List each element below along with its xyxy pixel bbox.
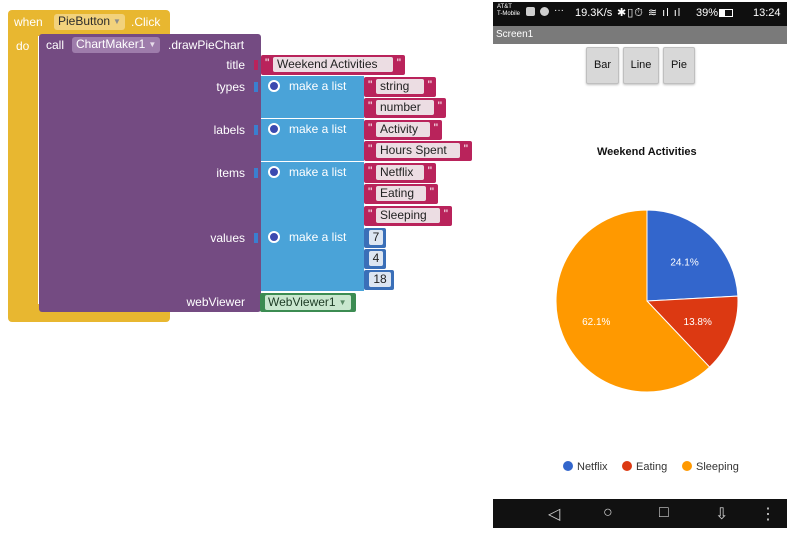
title-text-block[interactable]: " Weekend Activities " (261, 55, 405, 75)
values-item-3-value[interactable]: 18 (369, 272, 391, 287)
pie-chart: Weekend Activities 24.1% 13.8% 62.1% Netfl… (555, 146, 739, 473)
chevron-down-icon: ▼ (148, 40, 157, 49)
mutator-gear-icon[interactable] (268, 166, 280, 178)
call-component-label: ChartMaker1 (76, 37, 146, 51)
event-component-dropdown[interactable]: PieButton ▼ (54, 14, 125, 30)
home-icon[interactable]: ○ (603, 504, 613, 522)
param-values-label: values (210, 231, 245, 245)
battery-percent: 39% (696, 7, 719, 19)
carrier-label: AT&T T-Mobile (497, 4, 521, 17)
values-item-1[interactable]: 7 (364, 228, 386, 248)
network-speed: 19.3K/s (575, 7, 613, 19)
labels-list-block[interactable]: make a list (261, 119, 364, 161)
param-labels-label: labels (213, 123, 245, 137)
close-quote: " (396, 56, 401, 70)
values-item-2-value[interactable]: 4 (369, 251, 383, 266)
socket-title (254, 60, 258, 70)
socket-labels (254, 125, 258, 135)
status-bar: AT&T T-Mobile ··· 19.3K/s ✱▯⏱ ≋ ıl ıl 39%… (493, 2, 787, 26)
socket-items (254, 168, 258, 178)
notification-pulldown-icon[interactable]: ⇩ (715, 504, 728, 524)
param-types-label: types (216, 80, 245, 94)
mutator-gear-icon[interactable] (268, 80, 280, 92)
call-component-dropdown[interactable]: ChartMaker1 ▼ (72, 37, 161, 53)
legend-swatch (563, 461, 573, 471)
param-title-label: title (226, 58, 245, 72)
webviewer-component-label: WebViewer1 (268, 295, 336, 309)
pie-slice-label: 62.1% (582, 317, 610, 328)
values-list-block[interactable]: make a list (261, 227, 364, 291)
screen-title-bar: Screen1 (493, 26, 787, 44)
bar-button[interactable]: Bar (586, 47, 619, 84)
items-item-1-value[interactable]: Netflix (376, 165, 424, 180)
values-item-3[interactable]: 18 (364, 270, 394, 290)
mutator-gear-icon[interactable] (268, 231, 280, 243)
back-icon[interactable]: ◁ (548, 504, 560, 524)
chevron-down-icon: ▼ (113, 17, 121, 26)
event-component-label: PieButton (58, 14, 111, 28)
status-icons: ✱▯⏱ ≋ ıl ıl (617, 7, 682, 19)
call-method-label: .drawPieChart (168, 38, 245, 52)
labels-item-1-value[interactable]: Activity (376, 122, 430, 137)
items-item-1[interactable]: " Netflix " (364, 163, 436, 183)
title-text-value[interactable]: Weekend Activities (273, 57, 393, 72)
types-list-label: make a list (289, 79, 347, 93)
legend-label: Eating (636, 461, 667, 473)
labels-list-label: make a list (289, 122, 347, 136)
values-item-1-value[interactable]: 7 (369, 230, 383, 245)
labels-item-2-value[interactable]: Hours Spent (376, 143, 460, 158)
chart-title: Weekend Activities (597, 146, 697, 158)
types-list-block[interactable]: make a list (261, 76, 364, 118)
pie-slice-label: 24.1% (670, 257, 698, 268)
webviewer-component-dropdown[interactable]: WebViewer1 ▼ (265, 295, 351, 310)
more-notifications-icon: ··· (554, 5, 564, 16)
socket-values (254, 233, 258, 243)
values-list-label: make a list (289, 230, 347, 244)
event-name-label: .Click (131, 15, 161, 29)
types-item-2[interactable]: " number " (364, 98, 446, 118)
items-item-2-value[interactable]: Eating (376, 186, 426, 201)
call-block-tail (39, 290, 160, 312)
clock-time: 13:24 (753, 7, 781, 19)
call-keyword: call (46, 38, 65, 52)
android-nav-bar: ◁ ○ □ ⇩ ⋮ (493, 499, 787, 528)
event-do-label: do (16, 39, 30, 53)
items-item-3-value[interactable]: Sleeping (376, 208, 440, 223)
legend-swatch (622, 461, 632, 471)
chevron-down-icon: ▼ (338, 298, 347, 307)
labels-item-2[interactable]: " Hours Spent " (364, 141, 472, 161)
pie-button[interactable]: Pie (663, 47, 695, 84)
values-item-2[interactable]: 4 (364, 249, 386, 269)
labels-item-1[interactable]: " Activity " (364, 120, 442, 140)
line-button[interactable]: Line (623, 47, 659, 84)
items-list-block[interactable]: make a list (261, 162, 364, 228)
pie-slice-netflix (646, 209, 739, 302)
legend-label: Netflix (577, 461, 608, 473)
event-when-label: when (14, 15, 43, 29)
types-item-2-value[interactable]: number (376, 100, 434, 115)
param-items-label: items (216, 166, 245, 180)
recents-icon[interactable]: □ (659, 504, 669, 522)
mutator-gear-icon[interactable] (268, 123, 280, 135)
battery-icon (719, 9, 733, 17)
types-item-1[interactable]: " string " (364, 77, 436, 97)
webviewer-component-block[interactable]: WebViewer1 ▼ (260, 293, 356, 312)
items-item-3[interactable]: " Sleeping " (364, 206, 452, 226)
open-quote: " (265, 56, 270, 70)
notification-icon (540, 7, 549, 16)
message-icon (526, 7, 535, 16)
event-block-body (8, 34, 38, 316)
items-list-label: make a list (289, 165, 347, 179)
legend-label: Sleeping (696, 461, 739, 473)
param-webviewer-label: webViewer (186, 295, 245, 309)
pie-slice-label: 13.8% (684, 317, 712, 328)
types-item-1-value[interactable]: string (376, 79, 424, 94)
socket-types (254, 82, 258, 92)
more-icon[interactable]: ⋮ (760, 504, 776, 524)
legend-swatch (682, 461, 692, 471)
items-item-2[interactable]: " Eating " (364, 184, 438, 204)
